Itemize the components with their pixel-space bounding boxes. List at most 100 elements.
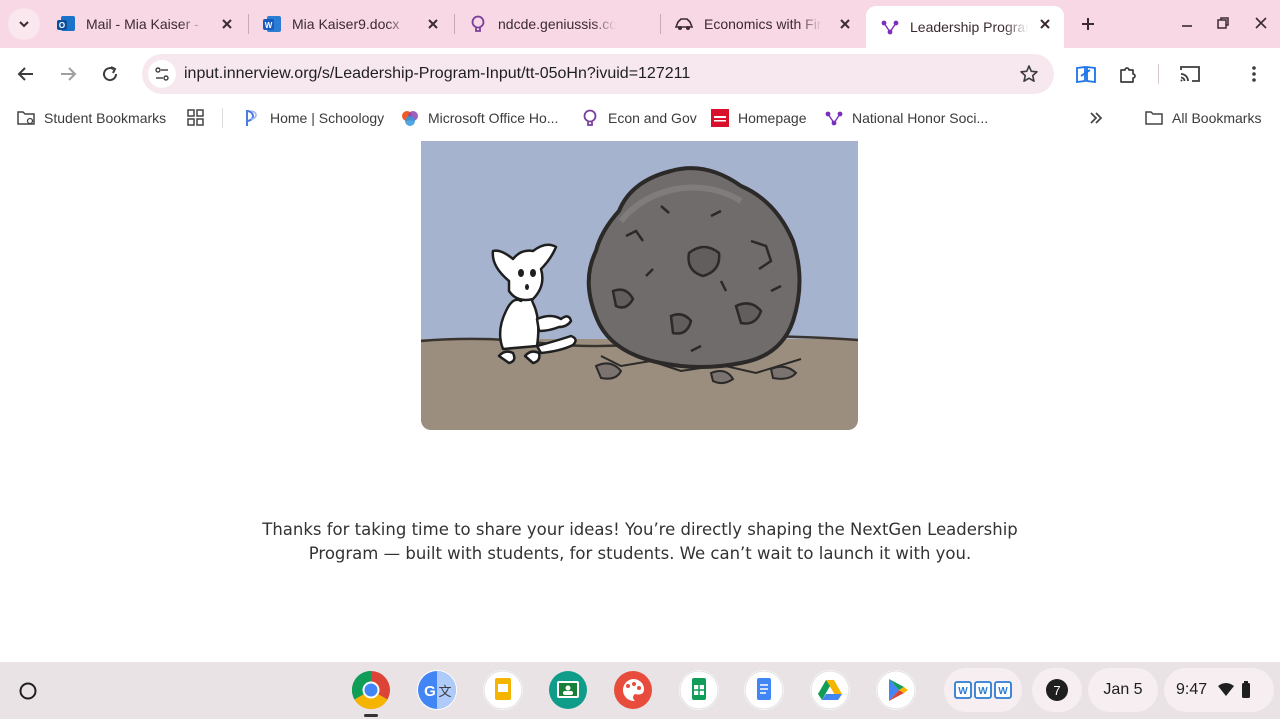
reload-button[interactable] — [96, 60, 124, 88]
bookmark-label: Student Bookmarks — [44, 110, 167, 126]
cast-button[interactable] — [1176, 60, 1204, 88]
bookmark-student-bookmarks[interactable]: Student Bookmarks — [16, 106, 166, 130]
outlook-icon: O — [56, 14, 76, 34]
plus-icon — [1082, 18, 1094, 30]
google-translate-app[interactable]: G文 — [417, 670, 457, 710]
star-icon — [1020, 65, 1038, 82]
svg-text:文: 文 — [438, 685, 451, 700]
bookmark-label: Homepage — [738, 110, 807, 126]
slides-icon — [483, 670, 523, 710]
system-shelf: G文 WWW 7 Jan 5 9:47 — [0, 662, 1280, 719]
restore-icon — [1217, 17, 1229, 29]
running-indicator — [364, 714, 378, 717]
apps-grid-icon — [186, 108, 206, 128]
tab-title: ndcde.geniussis.com — [498, 16, 616, 32]
menu-button[interactable] — [1240, 60, 1268, 88]
docs-icon — [744, 670, 784, 710]
google-drive-app[interactable] — [810, 670, 850, 710]
back-button[interactable] — [12, 60, 40, 88]
close-window-button[interactable] — [1248, 10, 1274, 36]
forward-button[interactable] — [54, 60, 82, 88]
google-sheets-app[interactable] — [679, 670, 719, 710]
bookmark-econ-and-gov[interactable]: Econ and Gov — [580, 106, 697, 130]
chrome-app[interactable] — [351, 670, 391, 710]
tab-mail[interactable]: O Mail - Mia Kaiser - Outlook — [42, 6, 246, 42]
tab-title: Economics with Financial Literacy — [704, 16, 822, 32]
play-store-app[interactable] — [876, 670, 916, 710]
arrow-right-icon — [61, 67, 77, 81]
svg-text:W: W — [265, 21, 273, 30]
address-bar[interactable]: input.innerview.org/s/Leadership-Program… — [142, 54, 1054, 94]
date-tray[interactable]: Jan 5 — [1088, 668, 1158, 712]
play-store-icon — [876, 670, 916, 710]
bookmark-label: Home | Schoology — [270, 110, 385, 126]
restore-button[interactable] — [1210, 10, 1236, 36]
svg-text:W: W — [958, 686, 968, 697]
notification-tray[interactable]: 7 — [1032, 668, 1082, 712]
toolbar-separator — [1158, 64, 1159, 84]
svg-text:W: W — [978, 686, 988, 697]
bookmark-star-button[interactable] — [1018, 63, 1040, 85]
time-label: 9:47 — [1176, 681, 1208, 698]
lightbulb-icon — [468, 14, 488, 34]
close-icon[interactable] — [1036, 15, 1054, 33]
bookmark-apps[interactable] — [186, 106, 214, 130]
tab-search-button[interactable] — [8, 8, 40, 40]
bookmark-all-bookmarks[interactable]: All Bookmarks — [1144, 106, 1261, 130]
tab-economics[interactable]: Economics with Financial Literacy — [660, 6, 864, 42]
svg-text:O: O — [59, 21, 65, 30]
new-tab-button[interactable] — [1076, 12, 1100, 36]
tab-geniussis[interactable]: ndcde.geniussis.com — [454, 6, 658, 42]
svg-text:G: G — [424, 683, 436, 700]
word-icon: W — [262, 14, 282, 34]
tab-leadership-program[interactable]: Leadership Program Input — [866, 6, 1064, 48]
page-content: Thanks for taking time to share your ide… — [0, 141, 1280, 662]
close-icon[interactable] — [836, 15, 854, 33]
notification-count-badge: 7 — [1046, 679, 1068, 701]
bookmark-national-honor-society[interactable]: National Honor Soci... — [824, 106, 988, 130]
translate-icon: G文 — [418, 671, 456, 709]
schoology-icon — [242, 108, 262, 128]
more-bookmarks-button[interactable] — [1086, 106, 1114, 130]
svg-text:W: W — [998, 686, 1008, 697]
google-slides-app[interactable] — [483, 670, 523, 710]
message-line-2: Program — built with students, for stude… — [308, 544, 972, 563]
minimize-button[interactable] — [1174, 10, 1200, 36]
bookmarks-bar: Student Bookmarks Home | Schoology Micro… — [0, 100, 1280, 136]
launcher-button[interactable] — [12, 675, 44, 707]
folder-managed-icon — [16, 108, 36, 128]
google-classroom-app[interactable] — [548, 670, 588, 710]
tab-title: Mia Kaiser9.docx — [292, 16, 400, 32]
holding-space-tray[interactable]: WWW — [944, 668, 1022, 712]
url-text[interactable]: input.innerview.org/s/Leadership-Program… — [184, 65, 690, 83]
bookmark-label: National Honor Soci... — [852, 110, 989, 126]
drive-icon — [810, 670, 850, 710]
bookmark-schoology[interactable]: Home | Schoology — [242, 106, 384, 130]
thank-you-message: Thanks for taking time to share your ide… — [240, 518, 1040, 566]
bookmark-homepage[interactable]: Homepage — [710, 106, 807, 130]
reload-icon — [103, 66, 118, 82]
canvas-app[interactable] — [613, 670, 653, 710]
close-icon[interactable] — [218, 15, 236, 33]
site-settings-button[interactable] — [148, 60, 176, 88]
lightbulb-icon — [580, 108, 600, 128]
extensions-button[interactable] — [1114, 60, 1142, 88]
bookmark-microsoft-office[interactable]: Microsoft Office Ho... — [400, 106, 558, 130]
tab-word-doc[interactable]: W Mia Kaiser9.docx — [248, 6, 452, 42]
date-label: Jan 5 — [1103, 681, 1143, 698]
google-docs-app[interactable] — [744, 670, 784, 710]
bookmark-label: All Bookmarks — [1172, 110, 1262, 126]
classroom-icon — [549, 671, 587, 709]
car-icon — [674, 14, 694, 34]
close-icon[interactable] — [424, 15, 442, 33]
close-icon — [1255, 17, 1267, 29]
microsoft-office-icon — [400, 108, 420, 128]
tune-icon — [155, 67, 169, 81]
tab-title: Leadership Program Input — [910, 19, 1028, 35]
status-area[interactable]: 9:47 — [1164, 668, 1274, 712]
reading-mode-button[interactable] — [1072, 60, 1100, 88]
message-line-1: Thanks for taking time to share your ide… — [262, 520, 1018, 539]
double-chevron-right-icon — [1086, 108, 1106, 128]
battery-icon — [1242, 681, 1251, 698]
arrow-left-icon — [17, 67, 33, 81]
